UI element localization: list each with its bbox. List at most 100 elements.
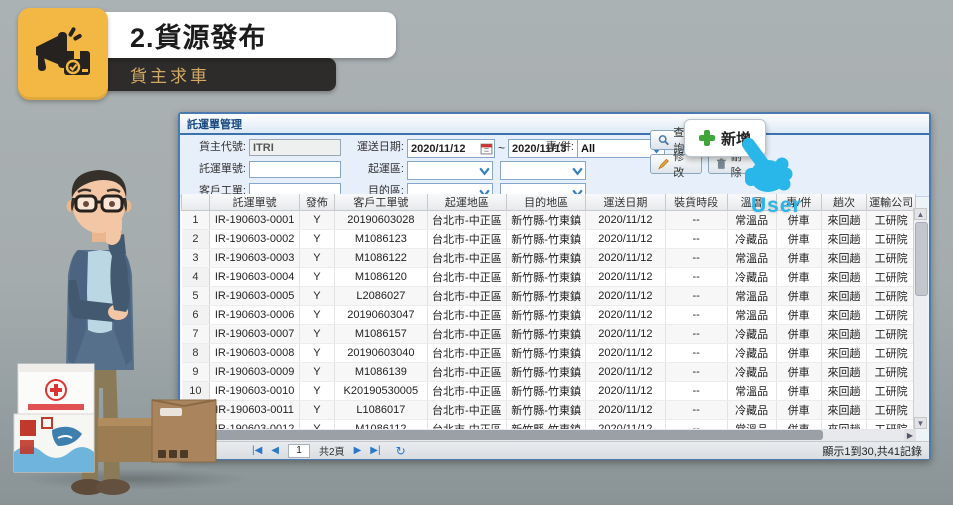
table-cell: Y (299, 325, 334, 344)
table-cell: Y (299, 211, 334, 230)
table-cell: IR-190603-0007 (210, 325, 299, 344)
column-header[interactable]: 運送日期 (586, 194, 665, 211)
table-cell: M1086123 (334, 230, 427, 249)
pointing-hand-icon (735, 138, 797, 196)
horizontal-scrollbar-thumb[interactable] (183, 430, 823, 440)
horizontal-scrollbar[interactable]: ▶ (181, 429, 916, 441)
column-header[interactable]: 發佈 (299, 194, 334, 211)
table-cell: 2020/11/12 (586, 344, 665, 363)
owner-code-input[interactable] (249, 139, 341, 156)
table-cell: 來回趟 (821, 249, 866, 268)
table-cell: 2020/11/12 (586, 230, 665, 249)
mode-label: 專/併: (536, 139, 574, 156)
edit-button[interactable]: 修改 (650, 154, 702, 174)
table-row[interactable]: 4IR-190603-0004YM1086120台北市-中正區新竹縣-竹東鎮20… (182, 268, 916, 287)
calendar-icon[interactable] (480, 142, 493, 155)
table-cell: 2020/11/12 (586, 325, 665, 344)
trash-icon (716, 158, 727, 170)
table-cell: IR-190603-0012 (210, 420, 299, 430)
vertical-scrollbar[interactable]: ▲ ▼ (913, 208, 927, 429)
next-page-button[interactable]: ▶ (354, 445, 362, 456)
window-titlebar[interactable]: 託運單管理 (180, 114, 929, 135)
record-count-status: 顯示1到30,共41記錄 (822, 443, 922, 459)
table-row[interactable]: 12IR-190603-0012YM1086112台北市-中正區新竹縣-竹東鎮2… (182, 420, 916, 430)
table-cell: 工研院 (867, 268, 916, 287)
shipment-table-container: 託運單號發佈客戶工單號起運地區目的地區運送日期裝貨時段溫層專/併趟次運輸公司 1… (181, 194, 916, 429)
table-row[interactable]: 7IR-190603-0007YM1086157台北市-中正區新竹縣-竹東鎮20… (182, 325, 916, 344)
column-header[interactable]: 趟次 (821, 194, 866, 211)
table-cell: 常溫品 (727, 420, 776, 430)
table-row[interactable]: 2IR-190603-0002YM1086123台北市-中正區新竹縣-竹東鎮20… (182, 230, 916, 249)
table-cell: 併車 (776, 344, 821, 363)
table-cell: IR-190603-0006 (210, 306, 299, 325)
origin-area-select-2[interactable] (500, 161, 586, 180)
column-header[interactable]: 裝貨時段 (665, 194, 727, 211)
table-cell: 20190603028 (334, 211, 427, 230)
section-subtitle: 貨主求車 (130, 62, 210, 87)
refresh-icon[interactable]: ↻ (396, 444, 406, 458)
scroll-down-icon[interactable]: ▼ (914, 417, 927, 429)
search-icon (658, 134, 669, 146)
table-cell: 台北市-中正區 (427, 363, 506, 382)
table-row[interactable]: 6IR-190603-0006Y20190603047台北市-中正區新竹縣-竹東… (182, 306, 916, 325)
column-header[interactable] (182, 194, 210, 211)
table-cell: 台北市-中正區 (427, 325, 506, 344)
column-header[interactable]: 目的地區 (507, 194, 586, 211)
window-title: 託運單管理 (187, 116, 242, 132)
column-header[interactable]: 客戶工單號 (334, 194, 427, 211)
table-cell: 新竹縣-竹東鎮 (507, 344, 586, 363)
table-cell: 2020/11/12 (586, 211, 665, 230)
table-cell: 新竹縣-竹東鎮 (507, 325, 586, 344)
pencil-icon (658, 158, 669, 170)
table-cell: 常溫品 (727, 249, 776, 268)
table-row[interactable]: 5IR-190603-0005YL2086027台北市-中正區新竹縣-竹東鎮20… (182, 287, 916, 306)
table-row[interactable]: 8IR-190603-0008Y20190603040台北市-中正區新竹縣-竹東… (182, 344, 916, 363)
table-cell: -- (665, 344, 727, 363)
consignment-no-input[interactable] (249, 161, 341, 178)
table-cell: Y (299, 344, 334, 363)
last-page-button[interactable]: ▶| (370, 445, 380, 456)
date-from-picker[interactable]: 2020/11/12 (407, 139, 495, 158)
table-cell: 9 (182, 363, 210, 382)
table-cell: -- (665, 230, 727, 249)
table-cell: 2020/11/12 (586, 401, 665, 420)
table-cell: 4 (182, 268, 210, 287)
table-cell: 來回趟 (821, 306, 866, 325)
chevron-down-icon (571, 164, 584, 177)
section-title: 2.貨源發布 (130, 16, 267, 55)
table-cell: 新竹縣-竹東鎮 (507, 211, 586, 230)
table-row[interactable]: 10IR-190603-0010YK20190530005台北市-中正區新竹縣-… (182, 382, 916, 401)
column-header[interactable]: 運輸公司 (867, 194, 916, 211)
table-row[interactable]: 11IR-190603-0011YL1086017台北市-中正區新竹縣-竹東鎮2… (182, 401, 916, 420)
table-cell: 2020/11/12 (586, 287, 665, 306)
table-cell: 台北市-中正區 (427, 211, 506, 230)
table-cell: 2020/11/12 (586, 249, 665, 268)
table-cell: 台北市-中正區 (427, 268, 506, 287)
table-row[interactable]: 3IR-190603-0003YM1086122台北市-中正區新竹縣-竹東鎮20… (182, 249, 916, 268)
origin-area-select-1[interactable] (407, 161, 493, 180)
page-number-input[interactable] (288, 444, 310, 458)
scroll-right-icon[interactable]: ▶ (904, 429, 916, 441)
table-cell: 冷藏品 (727, 363, 776, 382)
table-cell: 8 (182, 344, 210, 363)
vertical-scrollbar-thumb[interactable] (915, 222, 928, 296)
table-cell: 20190603047 (334, 306, 427, 325)
table-cell: IR-190603-0002 (210, 230, 299, 249)
table-cell: 新竹縣-竹東鎮 (507, 306, 586, 325)
first-page-button[interactable]: |◀ (252, 445, 262, 456)
table-cell: 來回趟 (821, 382, 866, 401)
consignment-no-label: 託運單號: (188, 161, 246, 178)
table-cell: 工研院 (867, 401, 916, 420)
column-header[interactable]: 託運單號 (210, 194, 299, 211)
table-cell: Y (299, 401, 334, 420)
table-cell: 6 (182, 306, 210, 325)
prev-page-button[interactable]: ◀ (271, 445, 279, 456)
date-range-separator: ~ (498, 141, 505, 155)
scroll-up-icon[interactable]: ▲ (914, 208, 927, 220)
table-cell: 台北市-中正區 (427, 249, 506, 268)
table-cell: 冷藏品 (727, 401, 776, 420)
column-header[interactable]: 起運地區 (427, 194, 506, 211)
table-row[interactable]: 9IR-190603-0009YM1086139台北市-中正區新竹縣-竹東鎮20… (182, 363, 916, 382)
table-cell: 2020/11/12 (586, 382, 665, 401)
table-cell: 併車 (776, 363, 821, 382)
